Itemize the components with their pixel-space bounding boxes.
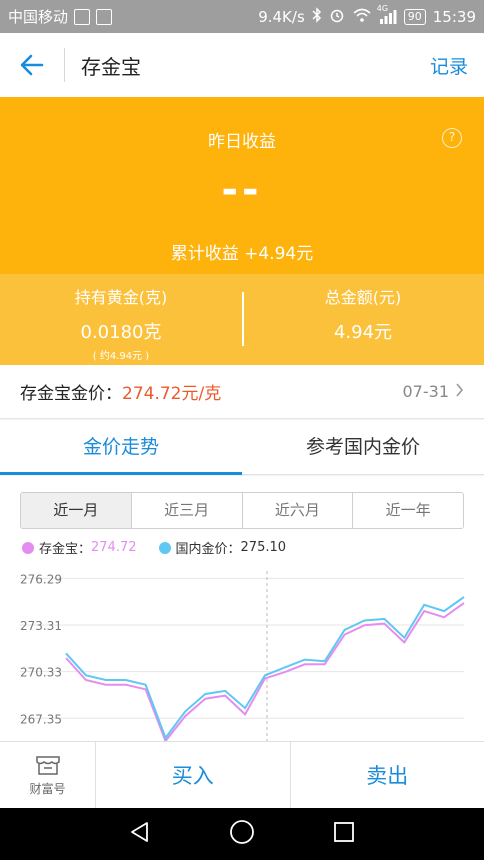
y-tick-label: 267.35 [20, 712, 62, 726]
help-icon[interactable]: ? [442, 128, 462, 148]
nav-home-icon[interactable] [229, 819, 255, 849]
y-tick-label: 270.33 [20, 666, 62, 680]
tab-domestic-price[interactable]: 参考国内金价 [242, 420, 484, 474]
network-speed: 9.4K/s [258, 7, 305, 26]
gold-holding-approx: ( 约4.94元 ) [92, 351, 150, 362]
tab-price-trend[interactable]: 金价走势 [0, 420, 242, 475]
battery-icon: 90 [403, 8, 426, 25]
store-icon [35, 755, 60, 775]
gold-price-date: 07-31 [402, 382, 450, 401]
price-line-chart[interactable]: 276.29 273.31 270.33 267.35 [0, 476, 484, 741]
yesterday-earnings-label: 昨日收益 [208, 132, 276, 152]
chart-section: 近一月 近三月 近六月 近一年 存金宝： 274.72 国内金价： 275.10… [0, 476, 484, 741]
nav-recents-icon[interactable] [333, 821, 355, 847]
gold-price-value: 274.72元/克 [122, 384, 222, 404]
image-icon [96, 8, 113, 25]
app-header: 存金宝 记录 [0, 33, 484, 97]
gold-price-row[interactable]: 存金宝金价： 274.72元/克 07-31 [0, 365, 484, 419]
page-title: 存金宝 [81, 54, 141, 79]
total-amount-label: 总金额(元) [324, 288, 402, 307]
chevron-right-icon [455, 382, 464, 401]
alarm-icon [329, 7, 345, 27]
network-type: 4G [376, 3, 389, 13]
back-button[interactable] [0, 33, 64, 97]
cumulative-earnings: 累计收益 +4.94元 [170, 244, 314, 264]
series-line-1 [65, 596, 465, 740]
total-amount-value: 4.94元 [333, 322, 393, 343]
header-divider [64, 48, 65, 82]
earnings-panel: 昨日收益 ? -- 累计收益 +4.94元 [0, 97, 484, 274]
stats-divider [242, 292, 244, 346]
nav-back-icon[interactable] [129, 821, 151, 847]
gold-holding-label: 持有黄金(克) [74, 288, 168, 307]
app-root: 中国移动 9.4K/s 4G 90 15:39 存金宝 记录 昨日收益 ? --… [0, 0, 484, 860]
holdings-panel: 持有黄金(克) 0.0180克 ( 约4.94元 ) 总金额(元) 4.94元 [0, 274, 484, 365]
status-bar: 中国移动 9.4K/s 4G 90 15:39 [0, 0, 484, 33]
bottom-action-bar: 财富号 买入 卖出 [0, 741, 484, 808]
clock: 15:39 [432, 7, 476, 26]
notification-icon [74, 8, 91, 25]
arrow-left-icon [20, 54, 44, 76]
y-tick-label: 273.31 [20, 619, 62, 633]
carrier-name: 中国移动 [8, 8, 69, 26]
yesterday-earnings-value: -- [221, 167, 263, 213]
sell-button[interactable]: 卖出 [291, 742, 484, 808]
y-tick-label: 276.29 [20, 572, 62, 586]
chart-tabs: 金价走势 参考国内金价 [0, 420, 484, 475]
gold-holding: 持有黄金(克) 0.0180克 ( 约4.94元 ) [0, 274, 242, 365]
record-link[interactable]: 记录 [430, 52, 468, 79]
wealth-label: 财富号 [29, 781, 66, 796]
wifi-icon [352, 7, 372, 27]
gold-holding-value: 0.0180克 [80, 322, 162, 343]
signal-icon: 4G [377, 4, 397, 24]
bluetooth-icon [312, 6, 322, 27]
buy-button[interactable]: 买入 [96, 742, 291, 808]
system-nav-bar [0, 808, 484, 860]
gold-price-label: 存金宝金价： [20, 384, 122, 404]
total-amount: 总金额(元) 4.94元 [242, 274, 484, 365]
wealth-button[interactable]: 财富号 [0, 742, 96, 808]
